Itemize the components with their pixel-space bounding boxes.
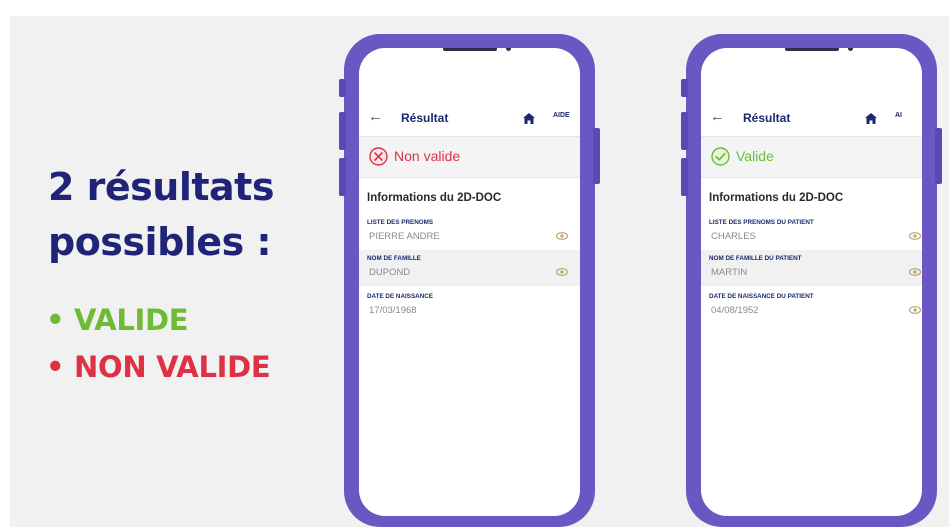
field-date-naissance: DATE DE NAISSANCE 17/03/1968: [359, 288, 580, 324]
page-title: Résultat: [743, 111, 791, 125]
field-label: NOM DE FAMILLE: [367, 255, 421, 262]
phone-side-button: [339, 112, 346, 150]
phone-valid: ← Résultat AI Valide Informations du 2D-…: [681, 34, 942, 527]
status-label: Non valide: [394, 148, 461, 164]
phone-camera: [848, 48, 853, 51]
eye-icon[interactable]: [555, 261, 569, 280]
field-nom: NOM DE FAMILLE DU PATIENT MARTIN: [701, 250, 922, 286]
field-value: MARTIN: [711, 267, 748, 278]
phone-side-button: [935, 128, 942, 184]
arrow-left-icon[interactable]: ←: [710, 108, 725, 125]
headline-line-1: 2 résultats: [48, 165, 274, 209]
eye-icon[interactable]: [555, 225, 569, 244]
field-label: LISTE DES PRENOMS: [367, 219, 434, 226]
field-label: NOM DE FAMILLE DU PATIENT: [709, 255, 802, 262]
check-circle-icon: [711, 147, 730, 170]
phone-camera: [506, 48, 511, 51]
arrow-left-icon[interactable]: ←: [368, 108, 383, 125]
field-label: LISTE DES PRENOMS DU PATIENT: [709, 219, 814, 226]
home-icon[interactable]: [523, 111, 535, 129]
status-banner: Valide: [701, 136, 922, 178]
field-prenoms: LISTE DES PRENOMS PIERRE ANDRE: [359, 214, 580, 250]
section-title: Informations du 2D-DOC: [367, 192, 502, 204]
phone-side-button: [593, 128, 600, 184]
phone-screen: ← Résultat AI Valide Informations du 2D-…: [701, 48, 922, 516]
field-value: PIERRE ANDRE: [369, 231, 440, 242]
bullet-invalid: • NON VALIDE: [46, 350, 271, 384]
aide-link[interactable]: AI: [895, 112, 902, 119]
app-bar: ← Résultat AI: [701, 105, 922, 135]
field-nom: NOM DE FAMILLE DUPOND: [359, 250, 580, 286]
headline: 2 résultats possibles :: [48, 160, 274, 270]
app-bar: ← Résultat AIDE: [359, 105, 580, 135]
field-value: CHARLES: [711, 231, 756, 242]
section-title: Informations du 2D-DOC: [709, 192, 844, 204]
phone-speaker: [443, 48, 497, 51]
status-banner: Non valide: [359, 136, 580, 178]
phone-screen: ← Résultat AIDE Non valide Informations …: [359, 48, 580, 516]
status-label: Valide: [736, 148, 774, 164]
phone-side-button: [681, 158, 688, 196]
field-date-naissance: DATE DE NAISSANCE DU PATIENT 04/08/1952: [701, 288, 922, 324]
page-title: Résultat: [401, 111, 449, 125]
phone-side-button: [681, 79, 688, 97]
home-icon[interactable]: [865, 111, 877, 129]
field-label: DATE DE NAISSANCE: [367, 293, 434, 300]
headline-line-2: possibles :: [48, 220, 272, 264]
field-value: 17/03/1968: [369, 305, 417, 316]
field-value: 04/08/1952: [711, 305, 759, 316]
field-value: DUPOND: [369, 267, 411, 278]
bullet-valid: • VALIDE: [46, 303, 189, 337]
phone-speaker: [785, 48, 839, 51]
phone-side-button: [339, 158, 346, 196]
aide-link[interactable]: AIDE: [553, 112, 570, 119]
phone-invalid: ← Résultat AIDE Non valide Informations …: [339, 34, 600, 527]
phone-side-button: [339, 79, 346, 97]
field-label: DATE DE NAISSANCE DU PATIENT: [709, 293, 814, 300]
phone-side-button: [681, 112, 688, 150]
eye-icon[interactable]: [908, 225, 922, 244]
x-circle-icon: [369, 147, 388, 170]
eye-icon[interactable]: [908, 299, 922, 318]
field-prenoms: LISTE DES PRENOMS DU PATIENT CHARLES: [701, 214, 922, 250]
eye-icon[interactable]: [908, 261, 922, 280]
